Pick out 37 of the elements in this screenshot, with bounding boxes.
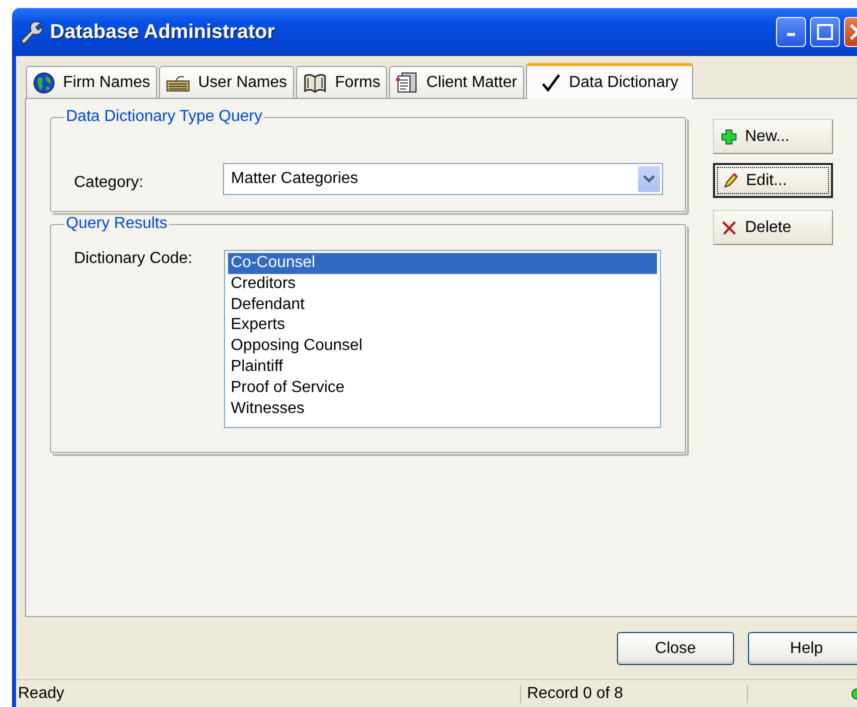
group-title: Data Dictionary Type Query [64, 108, 264, 126]
dictionary-code-label: Dictionary Code: [74, 250, 194, 269]
minimize-button[interactable] [776, 17, 806, 47]
maximize-icon [817, 24, 833, 40]
tab[interactable]: Forms [296, 66, 388, 98]
dialog-button[interactable]: Close [617, 632, 734, 665]
list-item[interactable]: Experts [228, 315, 657, 336]
dialog-button[interactable]: Help [748, 632, 857, 665]
edit-button[interactable]: Edit... [713, 163, 833, 198]
category-label: Category: [74, 173, 144, 192]
window-title: Database Administrator [50, 20, 275, 44]
list-item[interactable]: Proof of Service [228, 378, 657, 399]
tab[interactable]: User Names [159, 66, 294, 98]
list-item[interactable]: Witnesses [228, 398, 657, 420]
tab[interactable]: Client Matter [389, 66, 524, 98]
list-item[interactable]: Co-Counsel [228, 253, 657, 274]
delete-button[interactable]: Delete [713, 210, 833, 245]
category-dropdown[interactable]: Matter Categories [223, 163, 663, 195]
list-item[interactable]: Plaintiff [228, 356, 657, 378]
pencil-icon [722, 172, 738, 190]
tab[interactable]: Firm Names [26, 66, 158, 98]
book-icon [303, 72, 328, 94]
new-button[interactable]: New... [713, 119, 833, 154]
list-item[interactable]: Creditors [228, 274, 657, 295]
document-icon [396, 72, 418, 94]
globe-icon [33, 72, 55, 94]
maximize-button[interactable] [810, 17, 840, 47]
delete-x-icon [721, 220, 737, 236]
list-item[interactable]: Opposing Counsel [228, 336, 657, 357]
status-text: Ready [16, 684, 521, 702]
group-title: Query Results [64, 215, 170, 233]
tab[interactable]: Data Dictionary [526, 63, 694, 99]
list-item[interactable]: Defendant [228, 294, 657, 316]
wrench-icon [18, 19, 44, 45]
checkmark-icon [541, 72, 562, 92]
record-count: Record 0 of 8 [521, 684, 748, 702]
plus-icon [721, 128, 737, 144]
